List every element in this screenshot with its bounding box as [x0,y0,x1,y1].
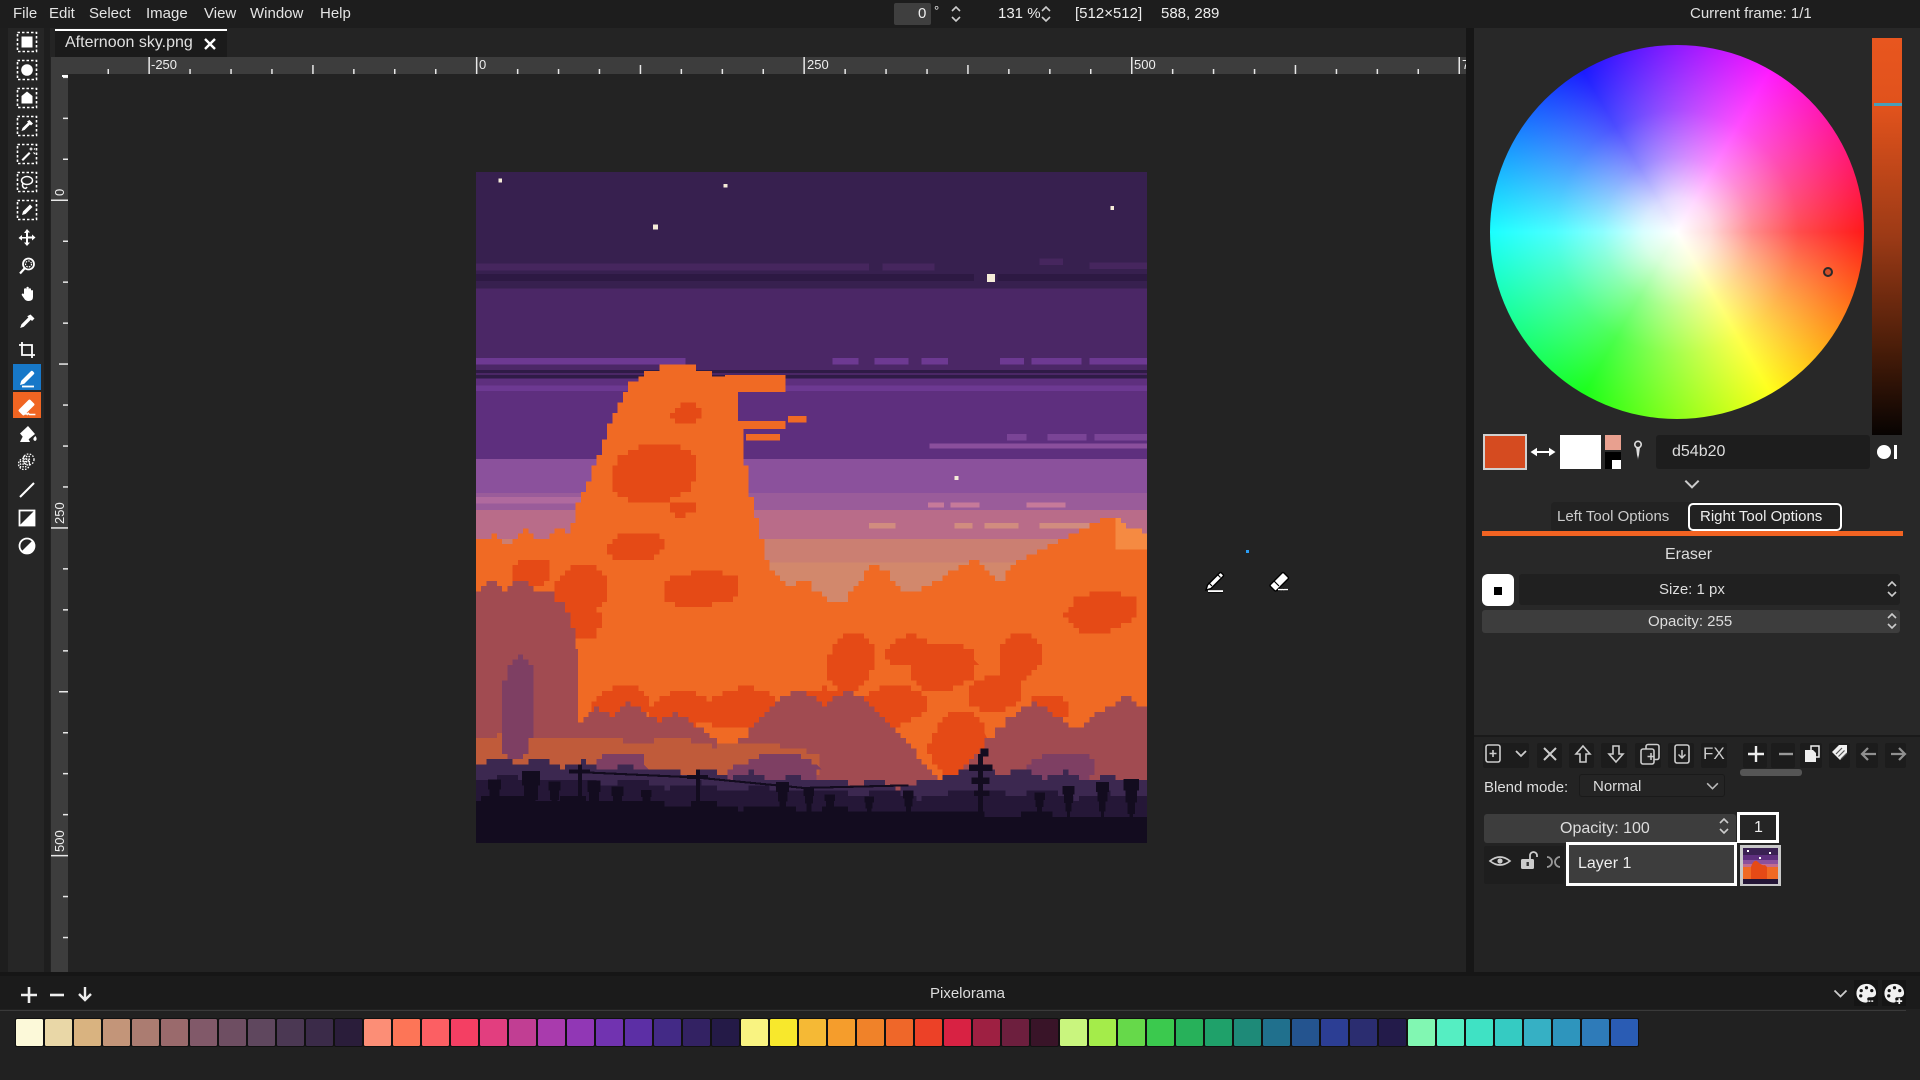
svg-text:500: 500 [52,830,67,852]
svg-text:0: 0 [52,189,67,196]
svg-text:250: 250 [52,502,67,524]
